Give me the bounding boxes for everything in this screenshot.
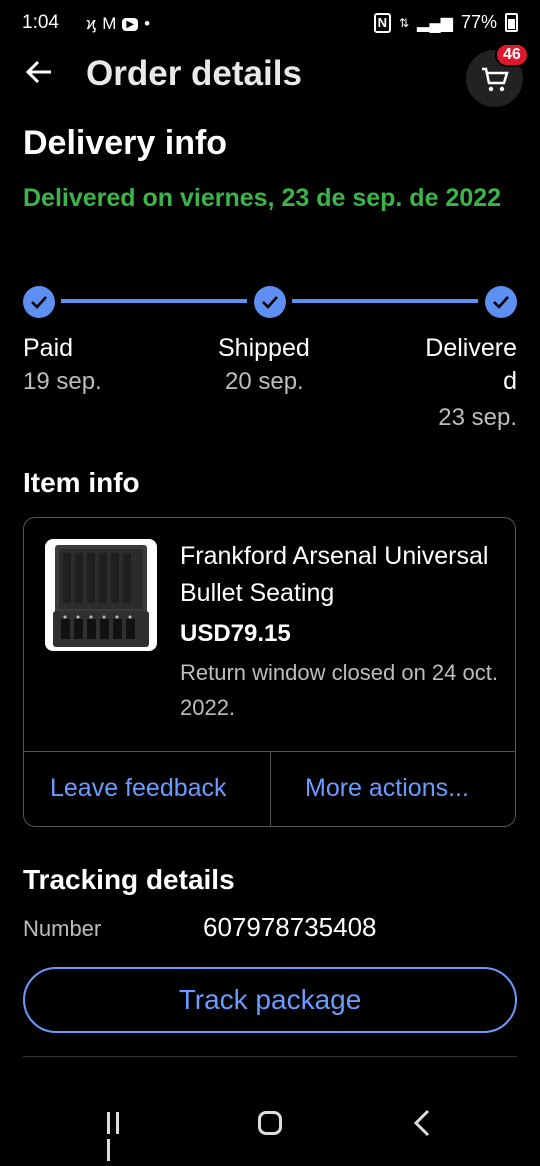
notification-icons: ϗ M ▶ • (86, 10, 150, 38)
more-actions-button[interactable]: More actions... (305, 774, 469, 803)
page-title: Order details (86, 54, 302, 93)
data-icon: ⇅ (398, 15, 410, 30)
back-arrow-icon[interactable] (24, 56, 64, 96)
battery-icon (505, 13, 518, 32)
step-delivered-check-icon (485, 286, 517, 318)
item-title[interactable]: Frankford Arsenal Universal Bullet Seati… (180, 538, 500, 612)
cart-icon (482, 67, 509, 92)
step-delivered-label-line2: d (503, 367, 517, 395)
step-delivered-date: 23 sep. (438, 404, 517, 431)
missed-call-icon: ϗ (86, 14, 97, 33)
youtube-icon: ▶ (122, 17, 139, 31)
step-paid-label: Paid (23, 334, 74, 362)
leave-feedback-button[interactable]: Leave feedback (50, 774, 227, 803)
delivery-status-text: Delivered on viernes, 23 de sep. de 2022 (23, 184, 502, 212)
step-delivered-label-line1: Delivere (425, 334, 517, 362)
status-time: 1:04 (22, 12, 59, 33)
tracking-number-value: 607978735408 (203, 912, 377, 942)
step-shipped-date: 20 sep. (225, 368, 304, 395)
dot-icon: • (144, 14, 151, 33)
nfc-icon: N (373, 12, 391, 33)
section-divider (23, 1056, 517, 1057)
recents-nav-icon[interactable] (107, 1112, 133, 1161)
step-paid-date: 19 sep. (23, 368, 102, 395)
card-vertical-divider (270, 752, 271, 826)
signal-icon: ▂▄▆ (417, 14, 453, 32)
item-info-heading: Item info (23, 467, 140, 498)
step-shipped-label: Shipped (218, 334, 310, 362)
tracking-number-label: Number (23, 916, 102, 941)
progress-line-1 (61, 299, 247, 303)
item-thumbnail[interactable] (45, 539, 157, 651)
home-nav-icon[interactable] (258, 1111, 282, 1135)
progress-line-2 (292, 299, 478, 303)
back-nav-icon[interactable] (410, 1108, 434, 1138)
delivery-info-heading: Delivery info (23, 124, 228, 162)
track-package-button[interactable]: Track package (23, 967, 517, 1033)
cart-count-badge: 46 (495, 43, 529, 67)
tracking-details-heading: Tracking details (23, 864, 235, 895)
return-window-text: Return window closed on 24 oct. 2022. (180, 660, 498, 720)
step-delivered-label: Delivere d (425, 334, 517, 396)
system-icons: N ⇅ ▂▄▆ 77% (373, 12, 518, 33)
battery-text: 77% (460, 12, 497, 32)
status-bar: 1:04 ϗ M ▶ • N ⇅ ▂▄▆ 77% (22, 10, 518, 38)
item-price: USD79.15 (180, 620, 291, 647)
gmail-icon: M (102, 14, 117, 33)
step-paid-check-icon (23, 286, 55, 318)
step-shipped-check-icon (254, 286, 286, 318)
